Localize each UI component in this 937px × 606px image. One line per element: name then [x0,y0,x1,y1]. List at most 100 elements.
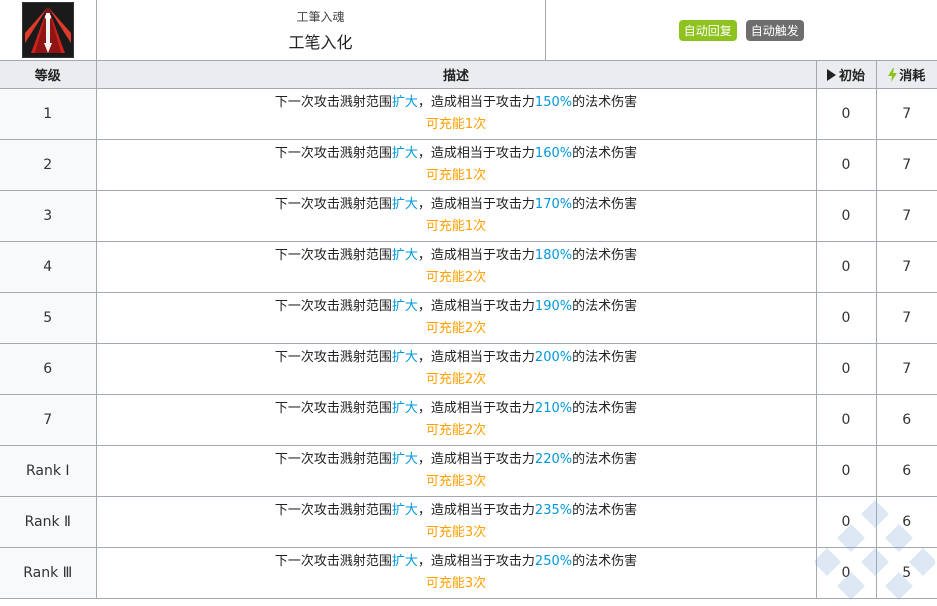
cost-sp-cell: 7 [875,292,937,344]
cost-sp-cell: 5 [875,547,937,599]
description-part: 的法术伤害 [572,248,638,263]
description-text: 下一次攻击溅射范围扩大，造成相当于攻击力150%的法术伤害 [97,92,816,114]
table-row: 3 下一次攻击溅射范围扩大，造成相当于攻击力170%的法术伤害 可充能1次 0 7 [0,190,937,242]
description-highlight: 扩大 [391,197,418,212]
red-brush-icon [22,3,73,57]
damage-multiplier: 150% [534,95,573,110]
description-part: 的法术伤害 [572,146,638,161]
description-part: ，造成相当于攻击力 [417,554,535,569]
skill-icon [21,2,74,58]
description-part: 的法术伤害 [572,299,638,314]
table-row: Rank Ⅱ 下一次攻击溅射范围扩大，造成相当于攻击力235%的法术伤害 可充能3次… [0,496,937,548]
damage-multiplier: 250% [534,554,573,569]
description-part: 的法术伤害 [572,401,638,416]
table-row: 2 下一次攻击溅射范围扩大，造成相当于攻击力160%的法术伤害 可充能1次 0 7 [0,139,937,191]
damage-multiplier: 170% [534,197,573,212]
skill-name-cell: 工筆入魂 工笔入化 [95,0,546,61]
lightning-icon [888,68,898,82]
table-row: 5 下一次攻击溅射范围扩大，造成相当于攻击力190%的法术伤害 可充能2次 0 7 [0,292,937,344]
level-cell: Rank Ⅰ [0,445,97,497]
skill-subtitle: 工筆入魂 [296,9,345,24]
description-part: ，造成相当于攻击力 [417,197,535,212]
damage-multiplier: 220% [534,452,573,467]
description-part: ，造成相当于攻击力 [417,248,535,263]
cost-sp-cell: 7 [875,343,937,395]
skill-level-rows: 1 下一次攻击溅射范围扩大，造成相当于攻击力150%的法术伤害 可充能1次 0 7 2 下一… [0,88,937,599]
description-text: 下一次攻击溅射范围扩大，造成相当于攻击力200%的法术伤害 [97,347,816,369]
description-highlight: 扩大 [391,503,418,518]
charge-text: 可充能3次 [425,525,487,540]
description-part: ，造成相当于攻击力 [417,452,535,467]
damage-multiplier: 180% [534,248,573,263]
table-row: 7 下一次攻击溅射范围扩大，造成相当于攻击力210%的法术伤害 可充能2次 0 6 [0,394,937,446]
description-part: 下一次攻击溅射范围 [274,248,392,263]
description-part: 下一次攻击溅射范围 [274,350,392,365]
description-text: 下一次攻击溅射范围扩大，造成相当于攻击力190%的法术伤害 [97,296,816,318]
cost-sp-cell: 6 [875,496,937,548]
description-highlight: 扩大 [391,401,418,416]
column-header-row: 等级 描述 初始 消耗 [0,60,937,89]
initial-sp-cell: 0 [815,292,877,344]
description-part: 下一次攻击溅射范围 [274,401,392,416]
charge-text: 可充能2次 [425,423,487,438]
description-part: 下一次攻击溅射范围 [274,554,392,569]
description-text: 下一次攻击溅射范围扩大，造成相当于攻击力180%的法术伤害 [97,245,816,267]
skill-table-container: 工筆入魂 工笔入化 自动回复 自动触发 等级 描述 初始 消耗 1 下一次攻击溅射… [0,0,937,606]
damage-multiplier: 235% [534,503,573,518]
description-part: ，造成相当于攻击力 [417,146,535,161]
skill-header-row: 工筆入魂 工笔入化 自动回复 自动触发 [0,0,937,61]
description-highlight: 扩大 [391,146,418,161]
description-cell: 下一次攻击溅射范围扩大，造成相当于攻击力180%的法术伤害 可充能2次 [95,241,817,293]
initial-sp-cell: 0 [815,496,877,548]
damage-multiplier: 200% [534,350,573,365]
cost-sp-cell: 7 [875,241,937,293]
level-cell: Rank Ⅱ [0,496,97,548]
description-part: ，造成相当于攻击力 [417,299,535,314]
description-cell: 下一次攻击溅射范围扩大，造成相当于攻击力170%的法术伤害 可充能1次 [95,190,817,242]
level-cell: 4 [0,241,97,293]
cost-sp-cell: 7 [875,139,937,191]
description-part: 的法术伤害 [572,503,638,518]
table-row: Rank Ⅲ 下一次攻击溅射范围扩大，造成相当于攻击力250%的法术伤害可充能3次… [0,547,937,599]
level-cell: 1 [0,88,97,140]
damage-multiplier: 210% [534,401,573,416]
description-part: 下一次攻击溅射范围 [274,503,392,518]
level-cell: Rank Ⅲ [0,547,97,599]
cost-sp-cell: 6 [875,394,937,446]
cost-sp-cell: 7 [875,190,937,242]
description-part: 的法术伤害 [572,95,638,110]
skill-tags-cell: 自动回复 自动触发 [544,0,937,61]
column-header-initial-label: 初始 [838,69,865,84]
description-part: 的法术伤害 [572,350,638,365]
level-cell: 2 [0,139,97,191]
skill-table: 工筆入魂 工笔入化 自动回复 自动触发 等级 描述 初始 消耗 1 下一次攻击溅射… [0,0,937,599]
level-cell: 7 [0,394,97,446]
description-text: 下一次攻击溅射范围扩大，造成相当于攻击力250%的法术伤害 [97,551,816,573]
charge-text: 可充能1次 [425,219,487,234]
cost-sp-cell: 7 [875,88,937,140]
description-highlight: 扩大 [391,299,418,314]
table-row: 4 下一次攻击溅射范围扩大，造成相当于攻击力180%的法术伤害 可充能2次 0 7 [0,241,937,293]
table-row: 6 下一次攻击溅射范围扩大，造成相当于攻击力200%的法术伤害 可充能2次 0 7 [0,343,937,395]
damage-multiplier: 190% [534,299,573,314]
description-part: 的法术伤害 [572,554,638,569]
initial-sp-cell: 0 [815,139,877,191]
skill-icon-cell [0,0,97,61]
description-part: ，造成相当于攻击力 [417,350,535,365]
description-part: 下一次攻击溅射范围 [274,95,392,110]
initial-sp-cell: 0 [815,445,877,497]
description-highlight: 扩大 [391,452,418,467]
tag-auto-trigger: 自动触发 [745,19,804,41]
damage-multiplier: 160% [534,146,573,161]
description-text: 下一次攻击溅射范围扩大，造成相当于攻击力235%的法术伤害 [97,500,816,522]
description-highlight: 扩大 [391,248,418,263]
description-part: 下一次攻击溅射范围 [274,452,392,467]
charge-text: 可充能3次 [425,474,487,489]
initial-sp-cell: 0 [815,547,877,599]
charge-text: 可充能3次 [425,576,487,591]
description-highlight: 扩大 [391,350,418,365]
column-header-level: 等级 [0,60,97,89]
description-part: ，造成相当于攻击力 [417,503,535,518]
column-header-cost-label: 消耗 [899,69,926,84]
charge-text: 可充能2次 [425,321,487,336]
